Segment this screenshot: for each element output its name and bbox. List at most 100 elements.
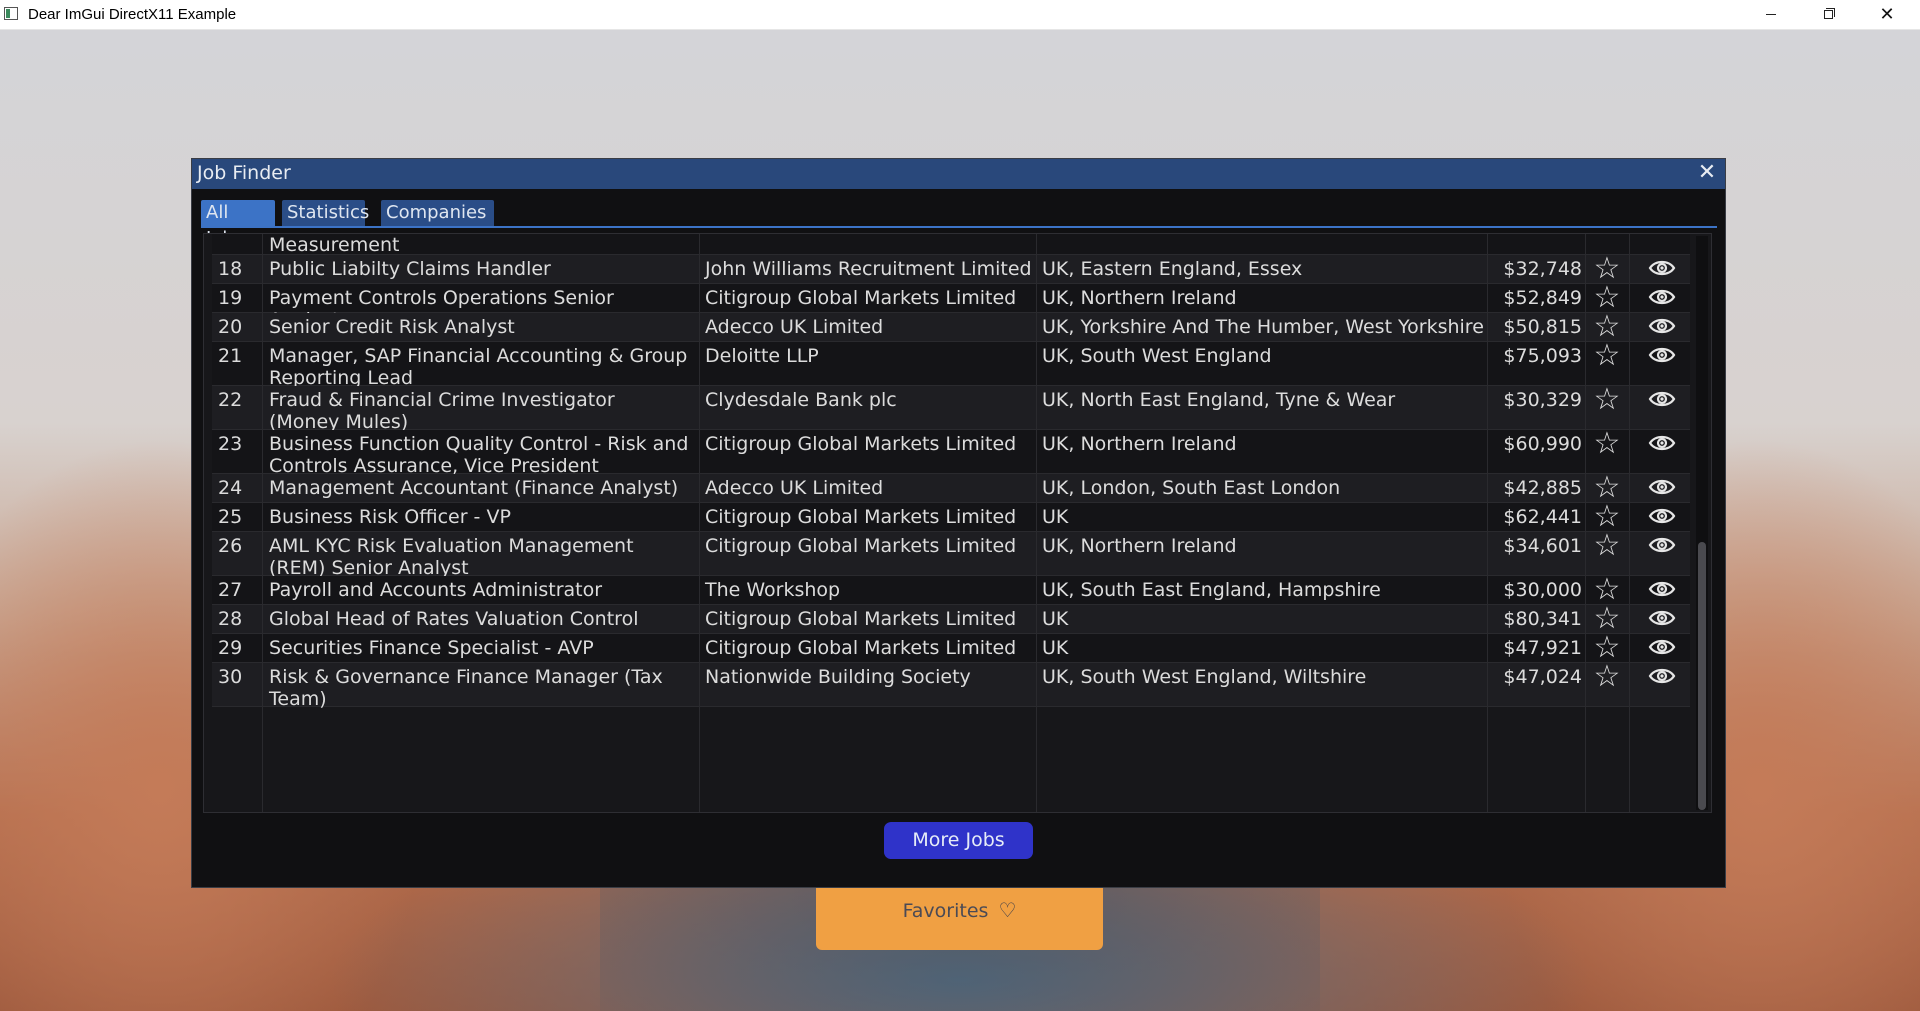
star-outline-icon[interactable]: ☆ bbox=[1587, 429, 1627, 459]
job-title: Risk & Governance Finance Manager (Tax T… bbox=[269, 666, 663, 710]
window-close-icon[interactable]: ✕ bbox=[1695, 161, 1719, 185]
tab-underline bbox=[201, 226, 1717, 228]
job-salary: $47,024 bbox=[1503, 666, 1582, 688]
job-title: Payroll and Accounts Administrator bbox=[269, 579, 603, 601]
job-salary: $52,849 bbox=[1503, 287, 1582, 309]
job-title: Public Liabilty Claims Handler bbox=[269, 258, 551, 280]
eye-icon[interactable] bbox=[1642, 608, 1682, 633]
eye-icon[interactable] bbox=[1642, 345, 1682, 370]
job-number: 21 bbox=[218, 345, 243, 367]
star-outline-icon[interactable]: ☆ bbox=[1587, 531, 1627, 561]
job-company: Clydesdale Bank plc bbox=[705, 389, 897, 411]
job-salary: $34,601 bbox=[1503, 535, 1582, 557]
job-number: 23 bbox=[218, 433, 243, 455]
job-company: The Workshop bbox=[705, 579, 841, 601]
job-salary: $42,885 bbox=[1503, 477, 1582, 499]
table-row: 19Payment Controls Operations Senior Ana… bbox=[212, 283, 1690, 331]
eye-icon[interactable] bbox=[1642, 389, 1682, 414]
job-title: Measurement bbox=[269, 234, 400, 256]
job-location: UK, South West England, Wiltshire bbox=[1042, 666, 1367, 688]
star-outline-icon[interactable]: ☆ bbox=[1587, 385, 1627, 415]
job-location: UK, North East England, Tyne & Wear bbox=[1042, 389, 1396, 411]
job-company: John Williams Recruitment Limited bbox=[705, 258, 1032, 280]
job-title: Business Function Quality Control - Risk… bbox=[269, 433, 689, 477]
eye-icon[interactable] bbox=[1642, 637, 1682, 662]
job-company: Citigroup Global Markets Limited bbox=[705, 506, 1017, 528]
favorites-label: Favorites bbox=[902, 900, 989, 922]
job-location: UK, South East England, Hampshire bbox=[1042, 579, 1381, 601]
table-row-partial: Measurement bbox=[212, 234, 1690, 256]
column-divider bbox=[262, 234, 263, 812]
table-row: 24 Management Accountant (Finance Analyst… bbox=[212, 473, 1690, 503]
column-divider bbox=[1036, 234, 1037, 812]
tab-statistics[interactable]: Statistics bbox=[282, 200, 369, 226]
table-row: 26 AML KYC Risk Evaluation Management (RE… bbox=[212, 531, 1690, 579]
job-salary: $47,921 bbox=[1503, 637, 1582, 659]
job-location: UK, South West England bbox=[1042, 345, 1272, 367]
eye-icon[interactable] bbox=[1642, 535, 1682, 560]
eye-icon[interactable] bbox=[1642, 316, 1682, 341]
table-scrollbar-thumb[interactable] bbox=[1698, 542, 1706, 810]
job-company: Adecco UK Limited bbox=[705, 477, 884, 499]
job-title: Business Risk Officer - VP bbox=[269, 506, 511, 528]
job-title: Fraud & Financial Crime Investigator (Mo… bbox=[269, 389, 615, 433]
job-location: UK bbox=[1042, 637, 1069, 659]
eye-icon[interactable] bbox=[1642, 258, 1682, 283]
eye-icon[interactable] bbox=[1642, 477, 1682, 502]
star-outline-icon[interactable]: ☆ bbox=[1587, 341, 1627, 371]
job-salary: $30,329 bbox=[1503, 389, 1582, 411]
job-number: 20 bbox=[218, 316, 243, 338]
job-title: Senior Credit Risk Analyst bbox=[269, 316, 515, 338]
heart-icon: ♡ bbox=[998, 898, 1017, 922]
table-row: 28 Global Head of Rates Valuation Control… bbox=[212, 604, 1690, 634]
jobs-table: Measurement 18 Public Liabilty Claims Han… bbox=[203, 233, 1712, 813]
job-location: UK bbox=[1042, 608, 1069, 630]
eye-icon[interactable] bbox=[1642, 287, 1682, 312]
job-number: 26 bbox=[218, 535, 243, 557]
eye-icon[interactable] bbox=[1642, 579, 1682, 604]
job-number: 19 bbox=[218, 287, 243, 309]
job-finder-window: Job Finder ✕ All Jobs Statistics Compani… bbox=[191, 158, 1726, 888]
job-salary: $60,990 bbox=[1503, 433, 1582, 455]
jobs-table-body: Measurement 18 Public Liabilty Claims Han… bbox=[212, 234, 1690, 812]
job-title: Management Accountant (Finance Analyst) bbox=[269, 477, 679, 499]
job-salary: $30,000 bbox=[1503, 579, 1582, 601]
job-title: Manager, SAP Financial Accounting & Grou… bbox=[269, 345, 688, 389]
eye-icon[interactable] bbox=[1642, 506, 1682, 531]
job-company: Citigroup Global Markets Limited bbox=[705, 433, 1017, 455]
table-row: 18 Public Liabilty Claims Handler John Wil… bbox=[212, 254, 1690, 284]
tab-companies[interactable]: Companies bbox=[381, 200, 494, 226]
job-location: UK, Northern Ireland bbox=[1042, 433, 1237, 455]
column-divider bbox=[699, 234, 700, 812]
job-number: 25 bbox=[218, 506, 243, 528]
close-icon[interactable]: ✕ bbox=[1858, 0, 1916, 29]
os-window-title: Dear ImGui DirectX11 Example bbox=[28, 6, 237, 23]
job-salary: $50,815 bbox=[1503, 316, 1582, 338]
restore-icon[interactable] bbox=[1800, 0, 1858, 29]
job-company: Citigroup Global Markets Limited bbox=[705, 535, 1017, 557]
job-company: Adecco UK Limited bbox=[705, 316, 884, 338]
job-location: UK, Northern Ireland bbox=[1042, 287, 1237, 309]
tab-bar: All Jobs Statistics Companies bbox=[192, 189, 1725, 249]
eye-icon[interactable] bbox=[1642, 433, 1682, 458]
table-row: 22 Fraud & Financial Crime Investigator (… bbox=[212, 385, 1690, 433]
os-titlebar: Dear ImGui DirectX11 Example ✕ bbox=[0, 0, 1920, 30]
job-company: Citigroup Global Markets Limited bbox=[705, 287, 1017, 309]
job-title: AML KYC Risk Evaluation Management (REM)… bbox=[269, 535, 634, 579]
tab-all-jobs[interactable]: All Jobs bbox=[201, 200, 275, 249]
job-number: 29 bbox=[218, 637, 243, 659]
star-outline-icon[interactable]: ☆ bbox=[1587, 662, 1627, 692]
job-number: 27 bbox=[218, 579, 243, 601]
job-location: UK, Yorkshire And The Humber, West Yorks… bbox=[1042, 316, 1484, 338]
job-salary: $62,441 bbox=[1503, 506, 1582, 528]
job-company: Citigroup Global Markets Limited bbox=[705, 637, 1017, 659]
minimize-icon[interactable] bbox=[1742, 0, 1800, 29]
app-icon bbox=[4, 7, 18, 20]
window-title: Job Finder bbox=[197, 162, 291, 184]
eye-icon[interactable] bbox=[1642, 666, 1682, 691]
table-row: 29 Securities Finance Specialist - AVP Cit… bbox=[212, 633, 1690, 663]
more-jobs-button[interactable]: More Jobs bbox=[884, 822, 1033, 859]
table-row: 25 Business Risk Officer - VP Citigroup Gl… bbox=[212, 502, 1690, 532]
window-titlebar[interactable]: Job Finder ✕ bbox=[192, 159, 1725, 189]
job-location: UK, Eastern England, Essex bbox=[1042, 258, 1303, 280]
